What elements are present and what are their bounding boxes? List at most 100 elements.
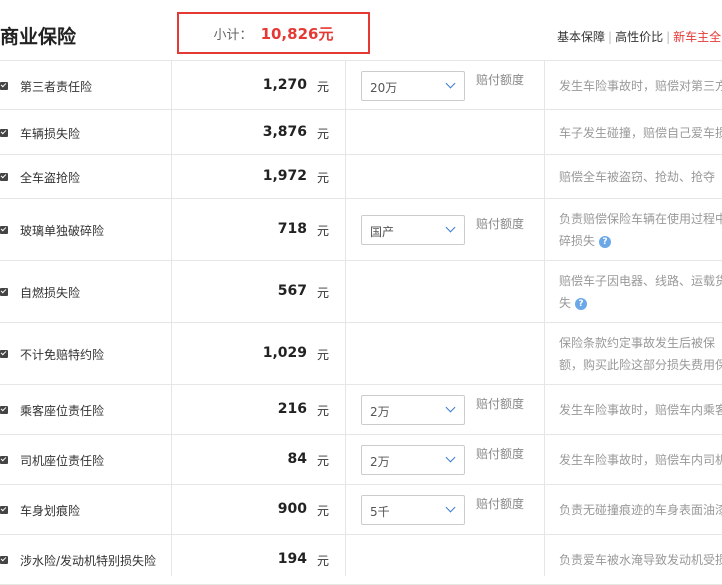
insurance-price: 1,972 — [262, 168, 307, 184]
coverage-select[interactable]: 2万 — [361, 445, 465, 475]
coverage-label: 赔付额度 — [476, 72, 525, 87]
row-checkbox[interactable] — [0, 406, 8, 414]
price-unit: 元 — [317, 126, 330, 141]
price-unit: 元 — [317, 79, 330, 94]
insurance-row: 第三者责任险 1,270 元 20万 赔付额度 发生车险事故时，赔偿对第三方 — [0, 61, 722, 110]
insurance-description: 赔偿全车被盗窃、抢劫、抢夺 — [559, 166, 722, 188]
row-checkbox[interactable] — [0, 556, 8, 564]
plan-new-owner-link[interactable]: 新车主全 — [673, 30, 721, 44]
insurance-row: 全车盗抢险 1,972 元 赔偿全车被盗窃、抢劫、抢夺 — [0, 155, 722, 199]
row-checkbox[interactable] — [0, 456, 8, 464]
insurance-row: 车辆损失险 3,876 元 车子发生碰撞，赔偿自己爱车损 — [0, 110, 722, 155]
description-line: 赔偿车子因电器、线路、运载货 — [559, 274, 722, 288]
coverage-select-value: 2万 — [370, 455, 390, 469]
section-header: 商业保险 小计： 10,826元 基本保障 | 高性价比 | 新车主全 — [0, 0, 722, 61]
chevron-down-icon — [445, 402, 456, 413]
coverage-select[interactable]: 20万 — [361, 70, 465, 101]
description-line: 发生车险事故时，赔偿对第三方 — [559, 78, 722, 93]
insurance-row: 司机座位责任险 84 元 2万 赔付额度 发生车险事故时，赔偿车内司机 — [0, 435, 722, 485]
row-checkbox[interactable] — [0, 173, 8, 181]
insurance-name: 乘客座位责任险 — [20, 404, 105, 418]
insurance-description: 车子发生碰撞，赔偿自己爱车损 — [559, 122, 722, 144]
chevron-down-icon — [445, 502, 456, 513]
coverage-label: 赔付额度 — [476, 397, 525, 411]
insurance-price: 567 — [277, 283, 307, 299]
insurance-description: 保险条款约定事故发生后被保 额，购买此险这部分损失费用保 — [559, 332, 722, 376]
price-unit: 元 — [317, 554, 330, 568]
insurance-row: 自燃损失险 567 元 赔偿车子因电器、线路、运载货失? — [0, 261, 722, 323]
subtotal-value: 10,826元 — [260, 24, 334, 43]
description-line: 赔偿全车被盗窃、抢劫、抢夺 — [559, 170, 716, 184]
insurance-description: 负责无碰撞痕迹的车身表面油漆 — [559, 499, 722, 521]
coverage-select-value: 国产 — [370, 225, 395, 239]
description-line: 失? — [559, 292, 722, 314]
insurance-name: 车身划痕险 — [20, 504, 81, 518]
insurance-description: 负责爱车被水淹导致发动机受损 — [559, 549, 722, 571]
description-line: 碎损失? — [559, 230, 722, 252]
row-checkbox[interactable] — [0, 128, 8, 137]
row-checkbox[interactable] — [0, 81, 8, 90]
description-line: 额，购买此险这部分损失费用保 — [559, 358, 722, 372]
insurance-row: 乘客座位责任险 216 元 2万 赔付额度 发生车险事故时，赔偿车内乘客 — [0, 385, 722, 435]
insurance-row: 涉水险/发动机特别损失险 194 元 负责爱车被水淹导致发动机受损 — [0, 535, 722, 585]
description-line: 负责赔偿保险车辆在使用过程中 — [559, 212, 722, 226]
coverage-select[interactable]: 5千 — [361, 495, 465, 525]
help-icon[interactable]: ? — [599, 235, 612, 248]
description-line: 发生车险事故时，赔偿车内司机 — [559, 453, 722, 467]
plan-value-link[interactable]: 高性价比 — [615, 30, 663, 44]
coverage-label: 赔付额度 — [476, 447, 525, 461]
insurance-name: 司机座位责任险 — [20, 454, 105, 468]
chevron-down-icon — [445, 452, 456, 463]
row-checkbox[interactable] — [0, 288, 8, 296]
coverage-select-value: 5千 — [370, 505, 390, 519]
insurance-name: 第三者责任险 — [20, 79, 93, 94]
insurance-row: 不计免赔特约险 1,029 元 保险条款约定事故发生后被保 额，购买此险这部分损失费用保 — [0, 323, 722, 385]
insurance-price: 84 — [287, 451, 307, 467]
description-line: 发生车险事故时，赔偿车内乘客 — [559, 403, 722, 417]
coverage-select-value: 2万 — [370, 405, 390, 419]
plan-presets: 基本保障 | 高性价比 | 新车主全 — [557, 28, 721, 45]
insurance-row: 车身划痕险 900 元 5千 赔付额度 负责无碰撞痕迹的车身表面油漆 — [0, 485, 722, 535]
chevron-down-icon — [445, 78, 456, 88]
price-unit: 元 — [317, 504, 330, 518]
insurance-price: 216 — [277, 401, 307, 417]
plan-separator: | — [608, 30, 613, 44]
price-unit: 元 — [317, 454, 330, 468]
insurance-name: 全车盗抢险 — [20, 171, 81, 185]
row-checkbox[interactable] — [0, 226, 8, 234]
price-unit: 元 — [317, 404, 330, 418]
subtotal-label: 小计： — [213, 27, 253, 43]
description-line: 负责爱车被水淹导致发动机受损 — [559, 553, 722, 567]
insurance-price: 194 — [277, 551, 307, 567]
row-checkbox[interactable] — [0, 350, 8, 358]
coverage-label: 赔付额度 — [476, 497, 525, 511]
coverage-label: 赔付额度 — [476, 217, 525, 231]
plan-basic-link[interactable]: 基本保障 — [557, 30, 605, 44]
insurance-name: 涉水险/发动机特别损失险 — [20, 554, 157, 568]
description-line: 负责无碰撞痕迹的车身表面油漆 — [559, 503, 722, 517]
insurance-row: 玻璃单独破碎险 718 元 国产 赔付额度 负责赔偿保险车辆在使用过程中 碎损失? — [0, 199, 722, 261]
insurance-description: 发生车险事故时，赔偿车内司机 — [559, 449, 722, 471]
insurance-description: 发生车险事故时，赔偿对第三方 — [559, 75, 722, 97]
help-icon[interactable]: ? — [575, 297, 588, 310]
coverage-select[interactable]: 国产 — [361, 215, 465, 245]
coverage-select[interactable]: 2万 — [361, 395, 465, 425]
row-checkbox[interactable] — [0, 506, 8, 514]
insurance-price: 1,029 — [262, 345, 307, 361]
description-line: 保险条款约定事故发生后被保 — [559, 336, 716, 350]
insurance-price: 718 — [277, 221, 307, 237]
insurance-description: 负责赔偿保险车辆在使用过程中碎损失? — [559, 208, 722, 252]
price-unit: 元 — [317, 224, 330, 238]
insurance-description: 赔偿车子因电器、线路、运载货失? — [559, 270, 722, 314]
subtotal-box: 小计： 10,826元 — [177, 12, 370, 54]
price-unit: 元 — [317, 348, 330, 362]
insurance-description: 发生车险事故时，赔偿车内乘客 — [559, 399, 722, 421]
section-title: 商业保险 — [0, 26, 77, 48]
chevron-down-icon — [445, 222, 456, 233]
insurance-name: 不计免赔特约险 — [20, 348, 105, 362]
insurance-name: 车辆损失险 — [20, 126, 81, 141]
price-unit: 元 — [317, 286, 330, 300]
description-line: 车子发生碰撞，赔偿自己爱车损 — [559, 125, 722, 140]
insurance-price: 3,876 — [262, 123, 307, 140]
plan-separator: | — [666, 30, 671, 44]
